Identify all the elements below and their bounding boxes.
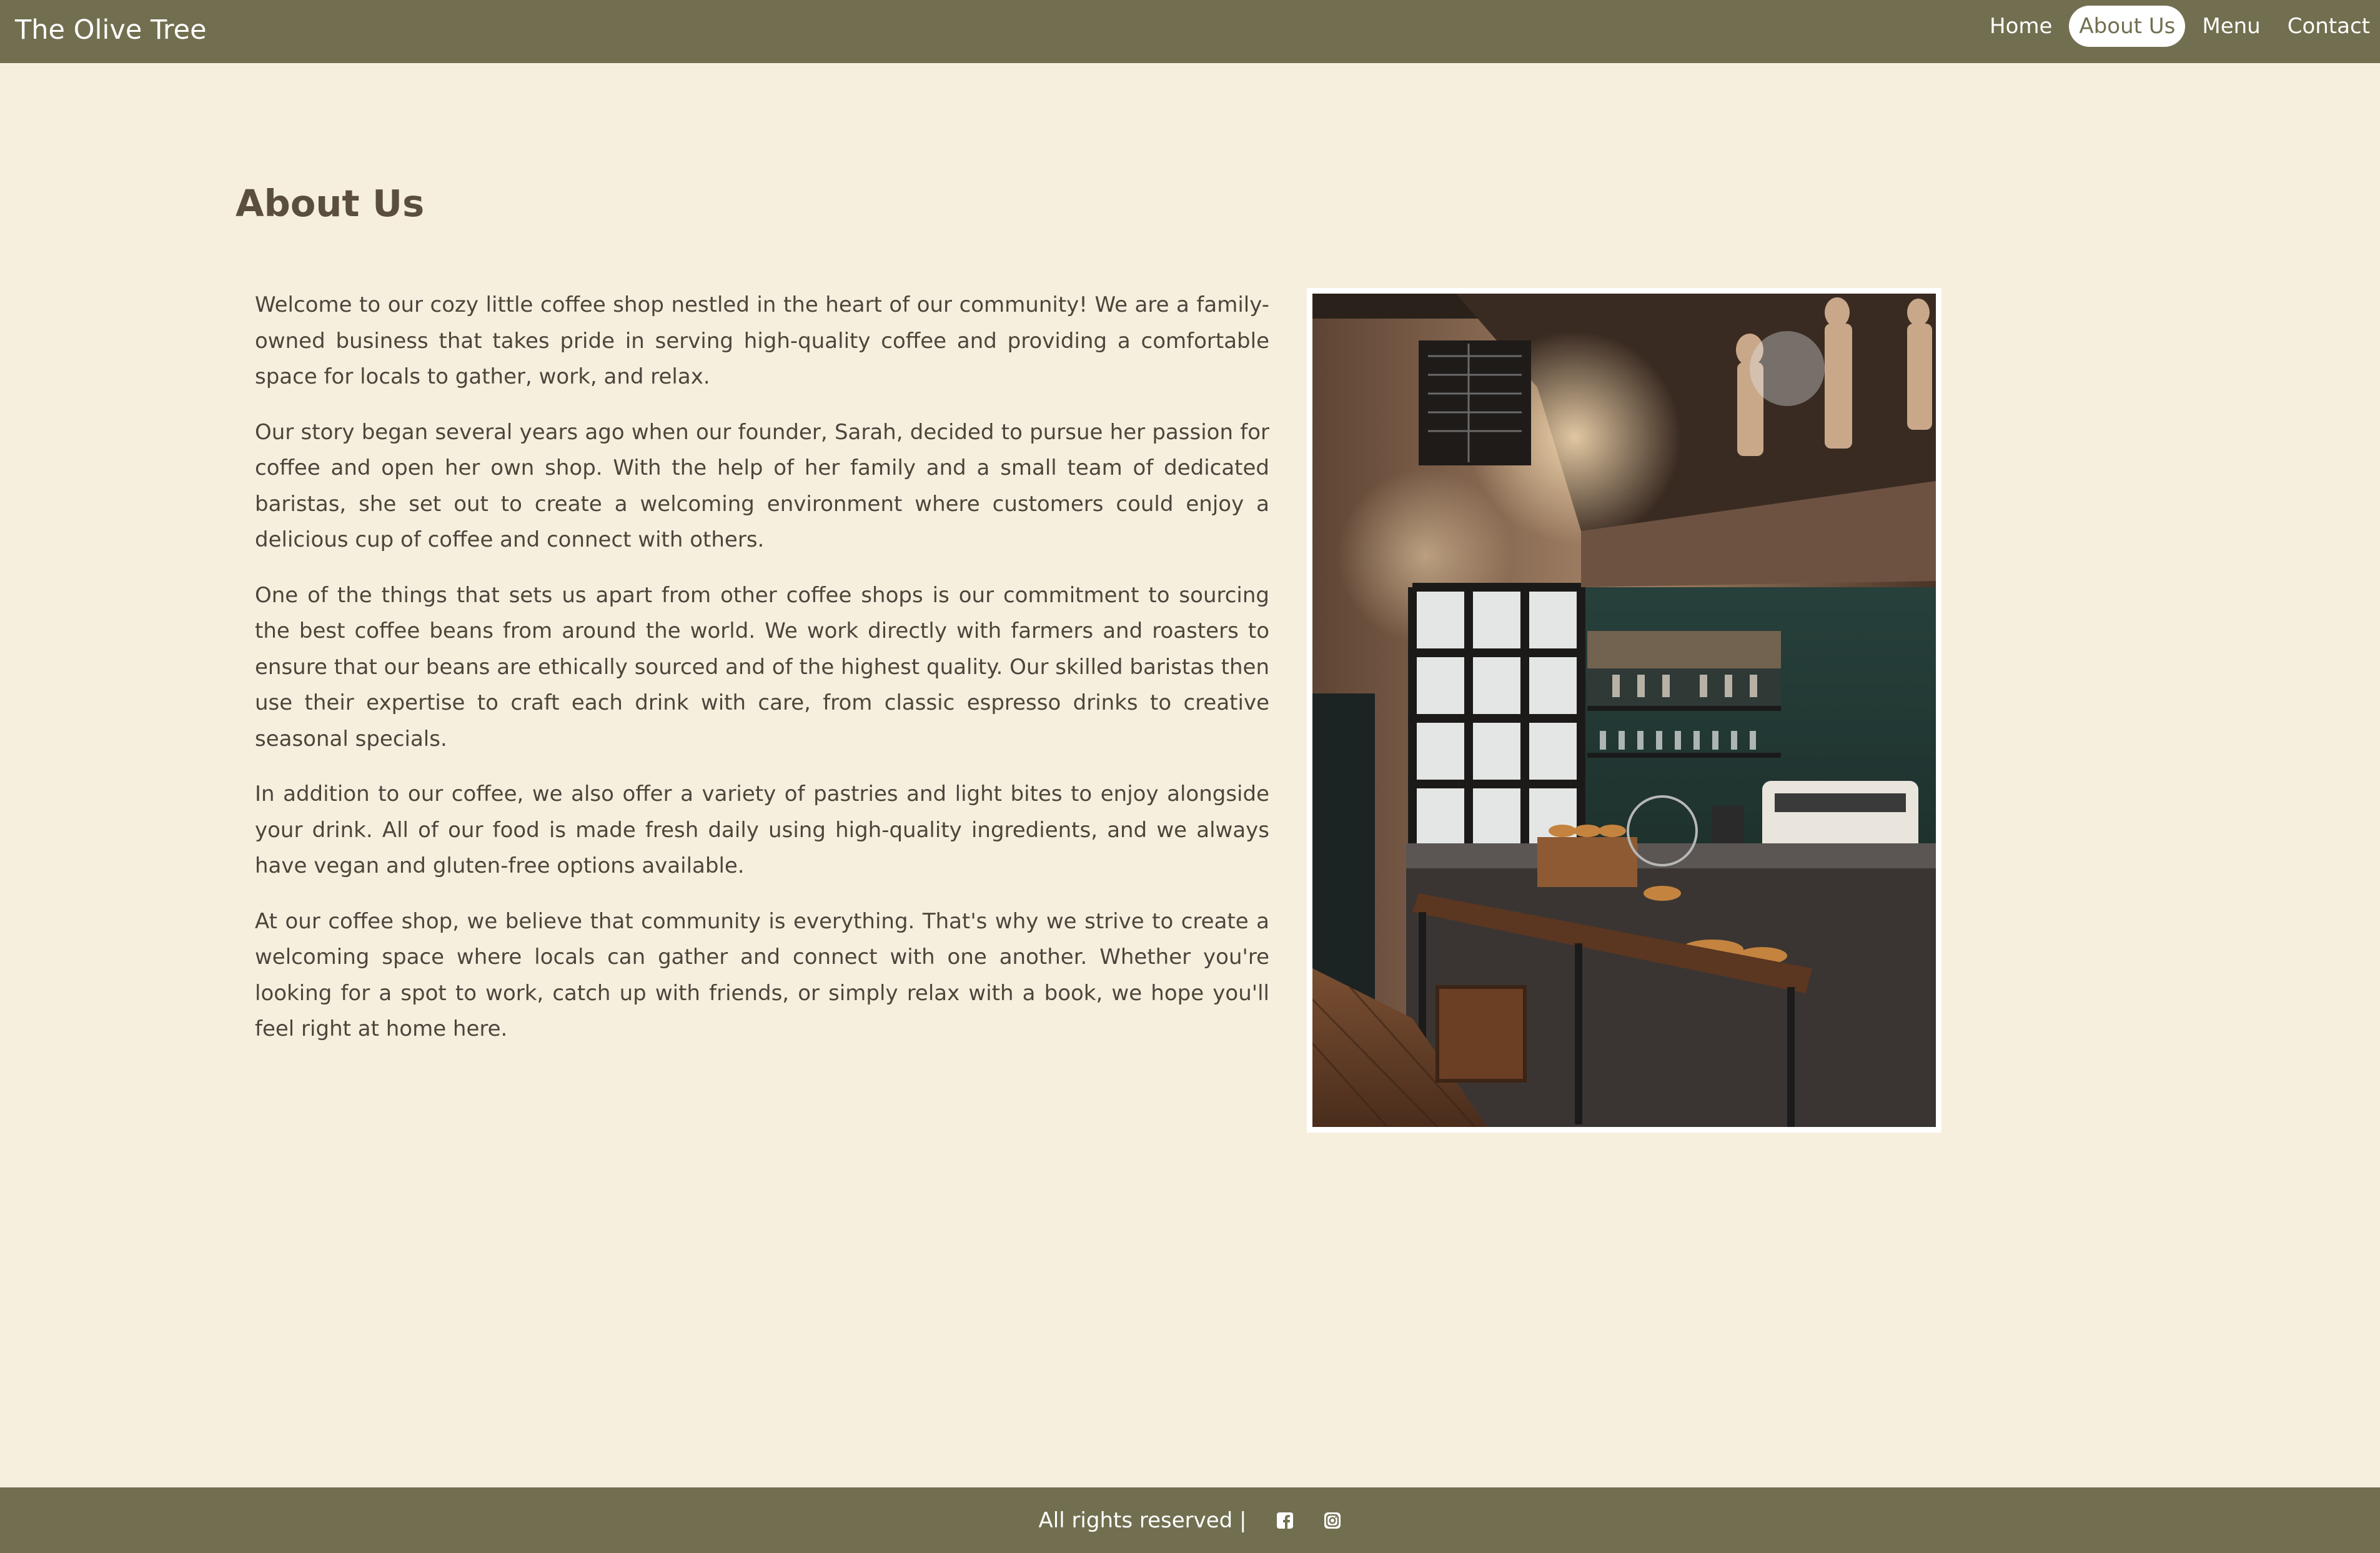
about-paragraph: At our coffee shop, we believe that comm…	[255, 908, 1269, 1042]
page-title: About Us	[236, 182, 425, 225]
nav-link-menu[interactable]: Menu	[2192, 6, 2270, 47]
nav-link-contact[interactable]: Contact	[2278, 6, 2380, 47]
about-paragraph: In addition to our coffee, we also offer…	[255, 781, 1269, 878]
about-paragraph: Welcome to our cozy little coffee shop n…	[255, 292, 1269, 389]
nav-link-about-us[interactable]: About Us	[2069, 6, 2186, 47]
coffee-shop-interior-photo	[1312, 294, 1936, 1127]
copyright-text: All rights reserved |	[1038, 1507, 1247, 1533]
navbar: The Olive Tree Home About Us Menu Contac…	[0, 0, 2380, 63]
about-text-column: Welcome to our cozy little coffee shop n…	[255, 287, 1269, 1067]
coffee-shop-photo-frame	[1307, 288, 1941, 1133]
facebook-icon[interactable]	[1276, 1511, 1294, 1530]
about-paragraph: Our story began several years ago when o…	[255, 419, 1269, 553]
main-nav: Home About Us Menu Contact	[1973, 6, 2380, 47]
footer: All rights reserved |	[0, 1487, 2380, 1553]
brand-logo-text[interactable]: The Olive Tree	[15, 14, 207, 46]
instagram-icon[interactable]	[1323, 1511, 1342, 1530]
nav-link-home[interactable]: Home	[1980, 6, 2062, 47]
about-paragraph: One of the things that sets us apart fro…	[255, 582, 1269, 752]
